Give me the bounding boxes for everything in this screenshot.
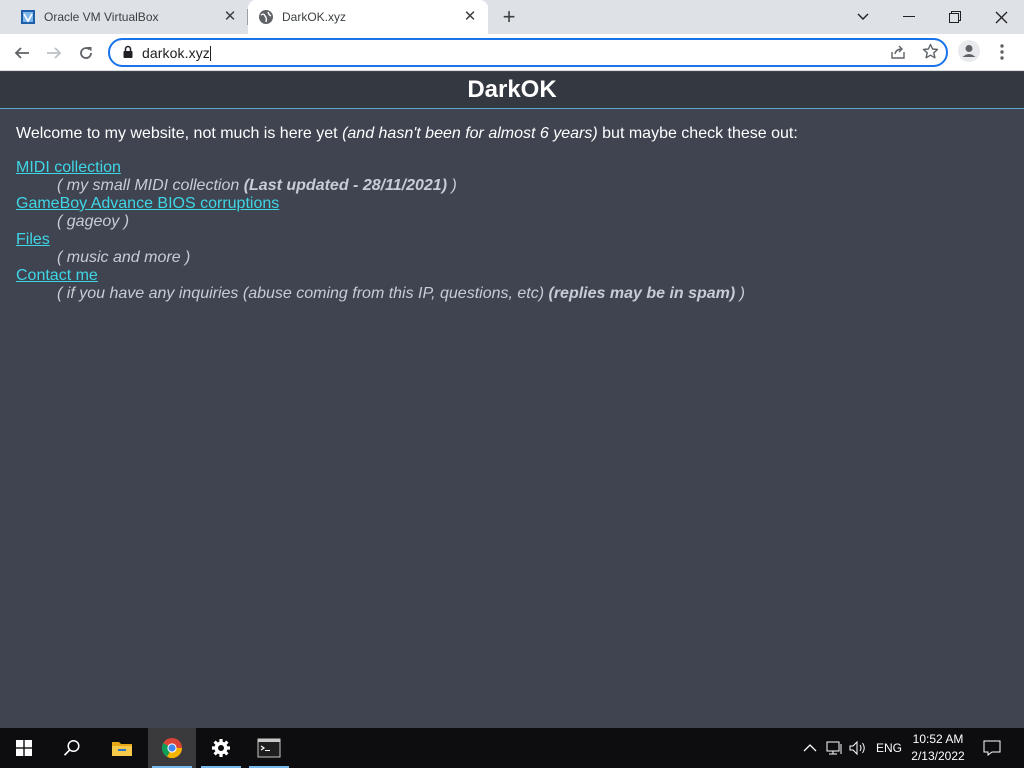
forward-arrow-icon xyxy=(47,47,62,59)
contact-link[interactable]: Contact me xyxy=(16,267,98,285)
show-hidden-icons-button[interactable] xyxy=(803,728,817,768)
settings-icon xyxy=(212,739,230,757)
start-icon xyxy=(16,740,32,756)
profile-avatar-button[interactable] xyxy=(958,40,980,62)
file-explorer-button[interactable] xyxy=(98,728,146,768)
browser-toolbar: darkok.xyz xyxy=(0,34,1024,71)
forward-button[interactable] xyxy=(40,39,68,67)
chevron-up-icon xyxy=(803,744,817,752)
close-icon xyxy=(995,11,1007,23)
network-icon xyxy=(826,741,842,755)
close-window-button[interactable] xyxy=(978,0,1024,34)
tab-title: DarkOK.xyz xyxy=(282,10,347,24)
start-button[interactable] xyxy=(0,728,48,768)
network-button[interactable] xyxy=(826,728,844,768)
chrome-icon xyxy=(161,738,183,759)
chevron-down-icon xyxy=(857,13,869,20)
new-tab-button[interactable]: + xyxy=(498,6,520,28)
lock-icon[interactable] xyxy=(122,45,134,59)
minimize-icon xyxy=(903,16,915,17)
tab-darkok[interactable]: DarkOK.xyz ✕ xyxy=(248,0,488,34)
midi-collection-link[interactable]: MIDI collection xyxy=(16,159,121,177)
chrome-taskbar-button[interactable] xyxy=(148,728,196,768)
close-tab-icon[interactable]: ✕ xyxy=(222,9,238,25)
url-text: darkok.xyz xyxy=(142,45,210,61)
link-description: ( my small MIDI collection (Last updated… xyxy=(57,177,457,194)
action-center-button[interactable] xyxy=(983,728,1001,768)
link-description: ( gageoy ) xyxy=(57,213,130,230)
windows-taskbar: ENG 10:52 AM 2/13/2022 xyxy=(0,728,1024,768)
clock-time: 10:52 AM xyxy=(912,732,964,746)
volume-button[interactable] xyxy=(849,728,867,768)
chrome-menu-button[interactable] xyxy=(994,42,1010,62)
tab-search-button[interactable] xyxy=(840,0,886,34)
link-description: ( if you have any inquiries (abuse comin… xyxy=(57,285,746,302)
virtualbox-icon xyxy=(21,10,35,24)
restore-button[interactable] xyxy=(932,0,978,34)
tab-strip: Oracle VM VirtualBox ✕ DarkOK.xyz ✕ + xyxy=(0,0,1024,34)
files-link[interactable]: Files xyxy=(16,231,50,249)
reload-button[interactable] xyxy=(72,39,100,67)
globe-icon xyxy=(259,10,273,24)
gba-bios-link[interactable]: GameBoy Advance BIOS corruptions xyxy=(16,195,279,213)
intro-text-end: but maybe check these out: xyxy=(597,125,798,142)
web-page: DarkOK Welcome to my website, not much i… xyxy=(0,72,1024,728)
intro-text: Welcome to my website, not much is here … xyxy=(16,125,343,142)
reload-icon xyxy=(80,47,92,59)
close-tab-icon[interactable]: ✕ xyxy=(462,9,478,25)
bookmark-star-icon[interactable] xyxy=(922,43,939,60)
intro-italic: (and hasn't been for almost 6 years) xyxy=(342,125,598,142)
settings-button[interactable] xyxy=(197,728,245,768)
back-arrow-icon xyxy=(14,47,29,59)
language-indicator[interactable]: ENG xyxy=(876,728,902,768)
site-title: DarkOK xyxy=(0,72,1024,109)
share-icon[interactable] xyxy=(890,44,906,60)
back-button[interactable] xyxy=(8,39,36,67)
system-clock[interactable]: 10:52 AM 2/13/2022 xyxy=(900,731,976,765)
search-icon xyxy=(63,739,80,756)
file-explorer-icon xyxy=(112,742,132,756)
notification-icon xyxy=(983,740,1001,756)
terminal-button[interactable] xyxy=(245,728,293,768)
tab-virtualbox[interactable]: Oracle VM VirtualBox ✕ xyxy=(0,0,248,34)
tab-title: Oracle VM VirtualBox xyxy=(44,10,159,24)
person-icon xyxy=(962,45,976,57)
more-vert-icon xyxy=(1000,44,1004,60)
text-caret xyxy=(209,46,211,61)
clock-date: 2/13/2022 xyxy=(911,749,965,763)
minimize-button[interactable] xyxy=(886,0,932,34)
terminal-icon xyxy=(257,738,281,758)
link-description: ( music and more ) xyxy=(57,249,191,266)
intro-paragraph: Welcome to my website, not much is here … xyxy=(16,125,798,143)
restore-icon xyxy=(949,11,961,23)
search-button[interactable] xyxy=(48,728,96,768)
address-bar[interactable]: darkok.xyz xyxy=(108,38,948,67)
speaker-icon xyxy=(849,740,865,756)
